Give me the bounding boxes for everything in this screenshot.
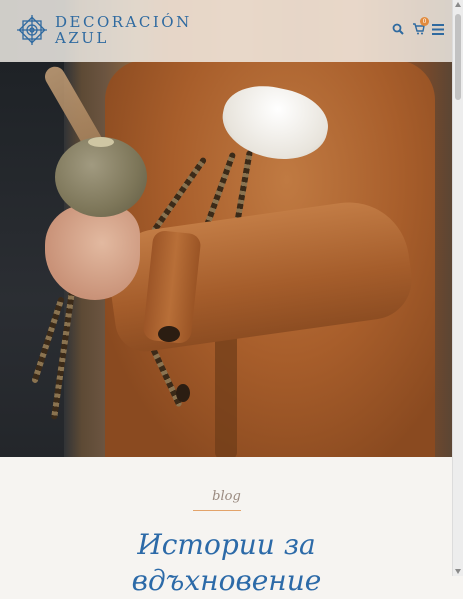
hero-coat-button xyxy=(158,326,180,342)
brand-name: DECORACIÓN AZUL xyxy=(55,14,192,46)
cart-icon[interactable]: 0 xyxy=(411,17,429,36)
logo-mandala-icon xyxy=(17,15,47,45)
hero-ceramic-gourd xyxy=(55,137,147,217)
header-actions: 0 xyxy=(391,17,445,36)
brand-name-line1: DECORACIÓN xyxy=(55,13,192,31)
scroll-down-arrow-icon[interactable] xyxy=(455,569,461,574)
search-icon[interactable] xyxy=(391,22,405,36)
section-heading-line1: Истории за xyxy=(137,528,316,561)
site-header: DECORACIÓN AZUL 0 xyxy=(0,0,453,62)
hero-coat-button xyxy=(176,384,190,402)
hero-image xyxy=(0,0,453,457)
scroll-up-arrow-icon[interactable] xyxy=(455,2,461,7)
section-label: blog xyxy=(212,489,241,504)
section-divider xyxy=(193,510,241,511)
brand-name-line2: AZUL xyxy=(55,29,109,47)
scroll-thumb[interactable] xyxy=(455,14,461,100)
hero-hand xyxy=(45,205,140,300)
brand-logo[interactable]: DECORACIÓN AZUL xyxy=(15,13,192,47)
hero-gourd-opening xyxy=(88,137,114,147)
menu-icon[interactable] xyxy=(431,22,445,36)
blog-section: blog Истории за вдъхновение xyxy=(0,457,453,597)
section-heading: Истории за вдъхновение xyxy=(0,527,453,599)
page-scrollbar[interactable] xyxy=(452,0,463,576)
cart-count-badge: 0 xyxy=(420,17,429,26)
section-heading-line2: вдъхновение xyxy=(131,564,322,597)
